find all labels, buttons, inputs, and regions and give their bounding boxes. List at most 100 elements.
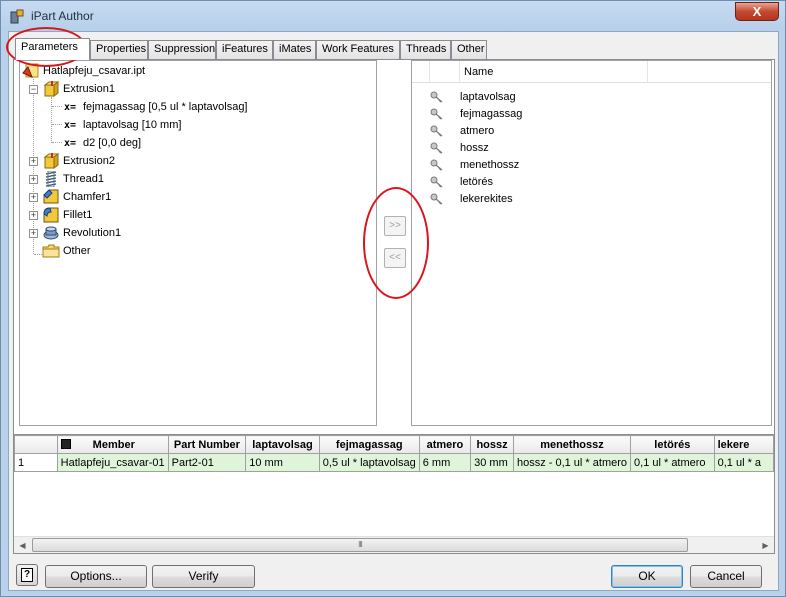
table-row[interactable]: 1 Hatlapfeju_csavar-01 Part2-01 10 mm 0,… (14, 453, 774, 472)
scroll-thumb[interactable]: III (32, 538, 688, 552)
tab-properties[interactable]: Properties (90, 40, 148, 59)
tree-item-label: Extrusion2 (63, 155, 115, 167)
column-header[interactable]: atmero (418, 435, 472, 454)
tree-item-extrusion1[interactable]: Extrusion1 (42, 81, 115, 97)
fillet-icon (43, 207, 59, 223)
list-item-label: lekerekites (460, 192, 513, 205)
tree-item-label: Chamfer1 (63, 191, 112, 203)
extrusion-icon (43, 153, 60, 169)
expand-icon[interactable]: + (29, 193, 38, 202)
column-header[interactable]: letörés (630, 435, 715, 454)
tree-item-thread1[interactable]: Thread1 (42, 171, 104, 187)
tree-item-extrusion2[interactable]: Extrusion2 (42, 153, 115, 169)
tab-suppression[interactable]: Suppression (148, 40, 216, 59)
list-item[interactable]: atmero (430, 122, 494, 139)
expand-icon[interactable]: + (29, 211, 38, 220)
list-header: Name (412, 61, 771, 83)
column-header[interactable]: hossz (470, 435, 514, 454)
horizontal-scrollbar[interactable]: ◀ III ▶ (14, 536, 774, 553)
list-item-label: menethossz (460, 158, 520, 171)
table-cell[interactable]: 0,5 ul * laptavolsag (318, 453, 420, 472)
table-cell[interactable]: 30 mm (470, 453, 514, 472)
list-item-label: letörés (460, 175, 494, 188)
table-cell[interactable]: hossz - 0,1 ul * atmero (512, 453, 632, 472)
header-cell (412, 61, 430, 83)
cancel-button[interactable]: Cancel (690, 565, 762, 588)
close-button[interactable]: X (735, 2, 779, 21)
remove-parameter-button[interactable]: << (384, 248, 406, 268)
list-item[interactable]: hossz (430, 139, 489, 156)
tree-item-label: Extrusion1 (63, 83, 115, 95)
member-column-header[interactable]: Member (56, 435, 169, 454)
key-icon (430, 108, 443, 119)
table-cell[interactable]: 10 mm (245, 453, 320, 472)
tree-param[interactable]: x= fejmagassag [0,5 ul * laptavolsag] (64, 99, 248, 115)
list-item-label: atmero (460, 124, 495, 137)
tab-other[interactable]: Other (451, 40, 487, 59)
param-label: fejmagassag [0,5 ul * laptavolsag] (83, 101, 248, 113)
tree-param[interactable]: x= d2 [0,0 deg] (64, 135, 141, 151)
list-item[interactable]: menethossz (430, 156, 519, 173)
tree-item-fillet1[interactable]: Fillet1 (42, 207, 92, 223)
options-button[interactable]: Options... (45, 565, 147, 588)
table-cell[interactable]: 0,1 ul * atmero (630, 453, 715, 472)
corner-cell (14, 435, 58, 454)
column-header[interactable]: menethossz (512, 435, 632, 454)
column-header[interactable]: laptavolsag (245, 435, 320, 454)
title-bar[interactable]: iPart Author X (1, 1, 785, 31)
chamfer-icon (43, 189, 59, 204)
column-header[interactable]: Part Number (167, 435, 247, 454)
scroll-right-icon[interactable]: ▶ (757, 537, 774, 553)
grid-header-row: Member Part Number laptavolsag fejmagass… (14, 435, 774, 454)
list-item[interactable]: laptavolsag (430, 88, 516, 105)
key-icon (430, 91, 443, 102)
param-label: laptavolsag [10 mm] (83, 119, 182, 131)
table-cell[interactable]: Part2-01 (167, 453, 247, 472)
tree-item-label: Fillet1 (63, 209, 93, 221)
list-item[interactable]: letörés (430, 173, 493, 190)
window-title: iPart Author (31, 9, 94, 23)
name-column-header[interactable]: Name (460, 61, 648, 83)
tree-root[interactable]: Hatlapfeju_csavar.ipt (22, 63, 145, 79)
parameter-icon: x= (64, 101, 77, 113)
row-number[interactable]: 1 (14, 453, 58, 472)
member-table[interactable]: Member Part Number laptavolsag fejmagass… (13, 434, 775, 554)
thread-icon (45, 171, 57, 187)
collapse-icon[interactable]: − (29, 85, 38, 94)
tab-threads[interactable]: Threads (400, 40, 451, 59)
help-button[interactable]: ? (16, 564, 38, 586)
tab-work-features[interactable]: Work Features (316, 40, 400, 59)
table-cell[interactable]: Hatlapfeju_csavar-01 (56, 453, 169, 472)
list-item[interactable]: lekerekites (430, 190, 513, 207)
expand-icon[interactable]: + (29, 175, 38, 184)
tree-root-label: Hatlapfeju_csavar.ipt (43, 65, 146, 77)
table-cell[interactable]: 6 mm (418, 453, 472, 472)
tree-item-chamfer1[interactable]: Chamfer1 (42, 189, 111, 205)
tree-param[interactable]: x= laptavolsag [10 mm] (64, 117, 181, 133)
add-parameter-button[interactable]: >> (384, 216, 406, 236)
key-icon (430, 159, 443, 170)
expand-icon[interactable]: + (29, 229, 38, 238)
ok-button[interactable]: OK (611, 565, 683, 588)
tab-imates[interactable]: iMates (273, 40, 316, 59)
table-cell[interactable]: 0,1 ul * a (713, 453, 774, 472)
scroll-left-icon[interactable]: ◀ (14, 537, 31, 553)
list-item[interactable]: fejmagassag (430, 105, 522, 122)
column-header[interactable]: lekere (713, 435, 774, 454)
feature-tree[interactable]: Hatlapfeju_csavar.ipt − Extrusion1 x= fe… (19, 60, 377, 426)
expand-icon[interactable]: + (29, 157, 38, 166)
parameter-icon: x= (64, 137, 77, 149)
tab-ifeatures[interactable]: iFeatures (216, 40, 273, 59)
tree-item-revolution1[interactable]: Revolution1 (42, 225, 121, 241)
tab-parameters[interactable]: Parameters (15, 38, 90, 60)
key-icon (430, 176, 443, 187)
revolution-icon (43, 226, 59, 240)
selected-parameters-list[interactable]: Name laptavolsag fejmagassag atmero hoss… (411, 60, 772, 426)
tree-item-other[interactable]: Other (42, 243, 91, 259)
list-item-label: laptavolsag (460, 90, 516, 103)
verify-button[interactable]: Verify (152, 565, 255, 588)
list-item-label: hossz (460, 141, 489, 154)
key-icon (430, 142, 443, 153)
column-header[interactable]: fejmagassag (318, 435, 420, 454)
extrusion-icon (43, 81, 60, 97)
